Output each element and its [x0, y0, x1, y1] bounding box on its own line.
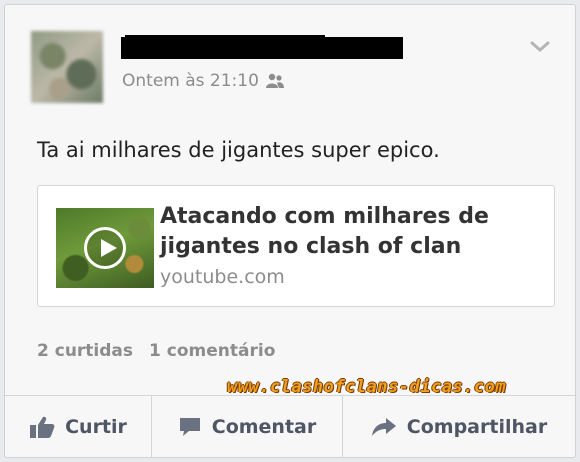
comment-bubble-icon	[178, 416, 202, 438]
link-domain: youtube.com	[160, 266, 285, 288]
engagement-stats: 2 curtidas 1 comentário	[37, 341, 275, 361]
comment-label: Comentar	[211, 416, 317, 438]
like-label: Curtir	[65, 416, 127, 438]
timestamp[interactable]: Ontem às 21:10	[122, 71, 259, 91]
watermark: www.clashofclans-dicas.com	[227, 377, 507, 397]
avatar[interactable]	[31, 31, 103, 103]
post-meta: Ontem às 21:10	[122, 71, 285, 91]
thumbs-up-icon	[29, 415, 55, 439]
play-icon[interactable]	[84, 227, 126, 269]
share-button[interactable]: Compartilhar	[343, 396, 575, 458]
share-label: Compartilhar	[406, 416, 548, 438]
share-arrow-icon	[371, 416, 397, 438]
link-title[interactable]: Atacando com milhares de jigantes no cla…	[160, 202, 540, 262]
post-text: Ta ai milhares de jigantes super epico.	[37, 138, 440, 162]
chevron-down-icon[interactable]	[529, 39, 551, 53]
likes-count[interactable]: 2 curtidas	[37, 341, 133, 361]
like-button[interactable]: Curtir	[5, 396, 152, 458]
friends-icon	[265, 73, 285, 89]
post-card: Ontem às 21:10 Ta ai milhares de jigante…	[4, 4, 576, 458]
author-name-redaction	[121, 37, 403, 59]
comment-button[interactable]: Comentar	[152, 396, 343, 458]
video-thumbnail[interactable]	[56, 208, 154, 288]
comments-count[interactable]: 1 comentário	[149, 341, 275, 361]
link-preview[interactable]: Atacando com milhares de jigantes no cla…	[37, 185, 555, 307]
action-bar: Curtir Comentar Compartilhar	[5, 395, 575, 458]
